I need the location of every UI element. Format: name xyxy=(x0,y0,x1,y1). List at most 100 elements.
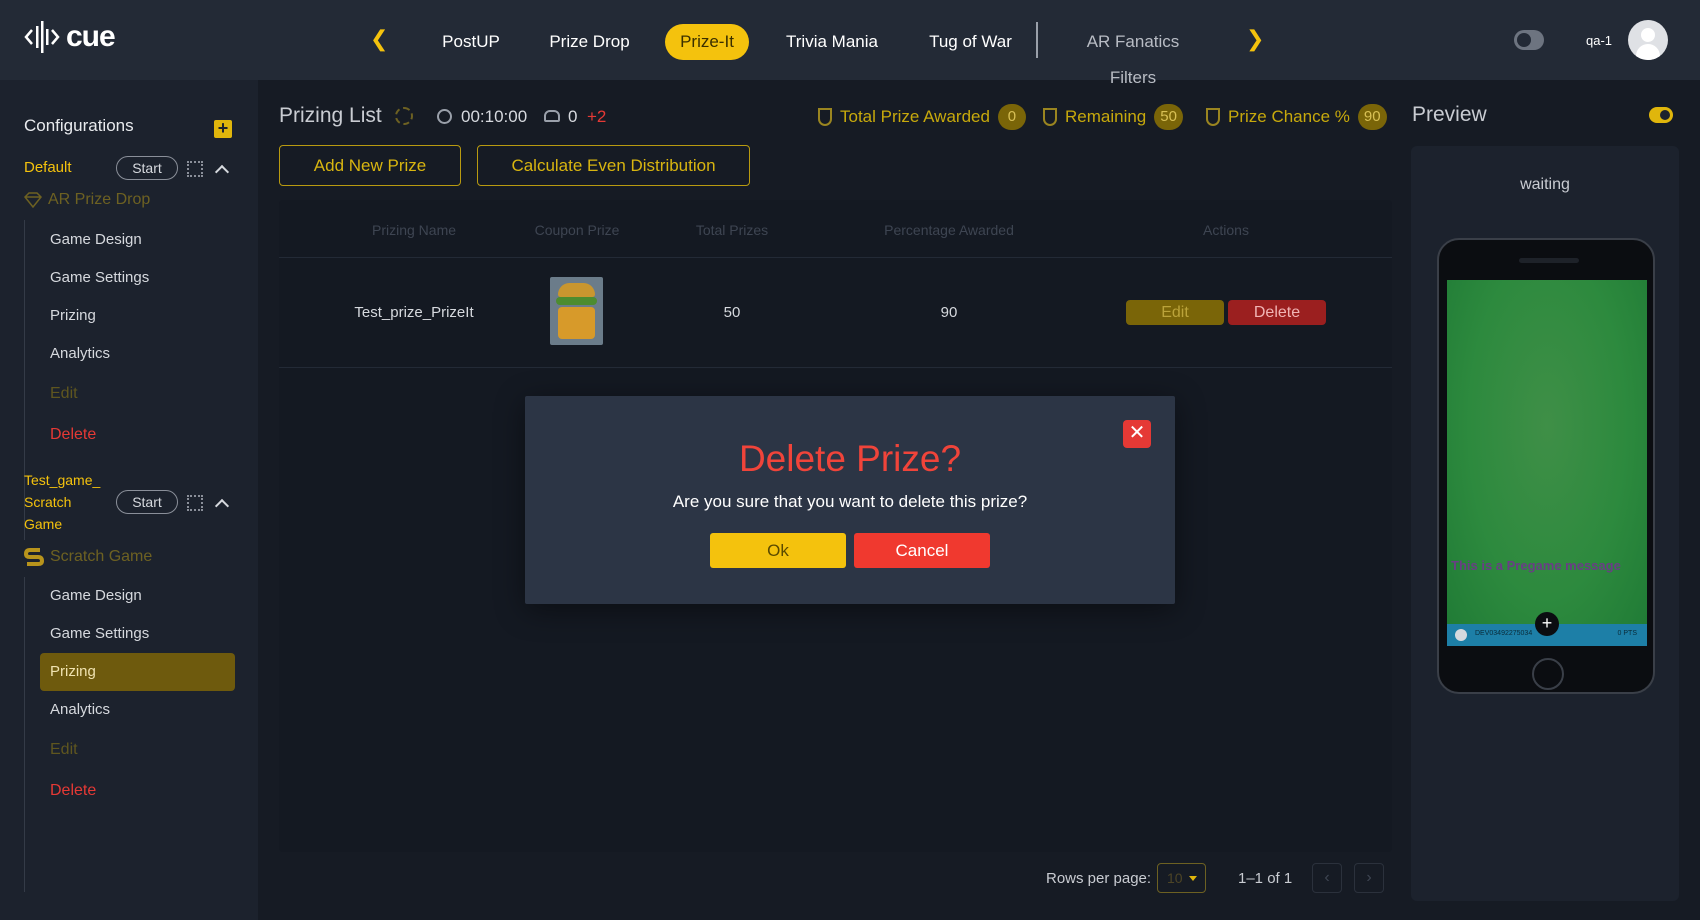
clock-icon xyxy=(437,109,452,124)
sidebar-item-edit[interactable]: Edit xyxy=(40,731,235,769)
nav-prev-arrow-icon[interactable]: ❮ xyxy=(370,26,388,52)
sidebar-item-game-settings[interactable]: Game Settings xyxy=(40,259,235,297)
delete-prize-dialog: ✕ Delete Prize? Are you sure that you wa… xyxy=(525,396,1175,604)
stat-badge: 0 xyxy=(997,104,1026,130)
start-button-scratch[interactable]: Start xyxy=(116,490,178,514)
rows-per-page-select[interactable]: 10 xyxy=(1157,863,1206,893)
tree-line xyxy=(24,577,25,892)
cancel-button[interactable]: Cancel xyxy=(854,533,990,568)
edit-prize-button[interactable]: Edit xyxy=(1126,300,1224,325)
players-icon xyxy=(544,110,560,122)
chevron-up-icon[interactable] xyxy=(214,164,230,180)
profile-dot-icon xyxy=(1455,629,1467,641)
row-divider xyxy=(279,257,1392,258)
burger-bun-shape xyxy=(558,283,595,297)
config-name-default[interactable]: Default xyxy=(24,157,72,179)
pregame-message: This is a Pregame message xyxy=(1451,558,1621,573)
burger-lettuce-shape xyxy=(556,297,597,305)
phone-screen: This is a Pregame message DEV03492275034… xyxy=(1447,280,1647,646)
tab-tug-of-war[interactable]: Tug of War xyxy=(929,24,1012,60)
top-navigation-bar: cue ❮ PostUP Prize Drop Prize-It Trivia … xyxy=(0,0,1700,87)
soundwave-logo-icon xyxy=(24,21,60,53)
pagination-range: 1–1 of 1 xyxy=(1238,870,1293,887)
header-percentage-awarded[interactable]: Percentage Awarded xyxy=(839,222,1059,238)
phone-home-button xyxy=(1532,658,1564,690)
sidebar: Configurations + Default Start AR Prize … xyxy=(0,80,258,920)
sidebar-item-game-design[interactable]: Game Design xyxy=(40,221,235,259)
add-configuration-button[interactable]: + xyxy=(214,119,232,138)
avatar-body xyxy=(1636,44,1660,60)
tab-prize-it[interactable]: Prize-It xyxy=(665,24,749,60)
header-coupon-prize[interactable]: Coupon Prize xyxy=(497,222,657,238)
cell-percentage-awarded: 90 xyxy=(940,304,958,321)
theme-toggle-icon[interactable] xyxy=(1514,30,1544,50)
tab-prize-drop[interactable]: Prize Drop xyxy=(549,24,630,60)
trophy-icon xyxy=(1206,108,1220,126)
sidebar-item-analytics[interactable]: Analytics xyxy=(40,335,235,373)
sidebar-item-edit[interactable]: Edit xyxy=(40,375,235,413)
configurations-title: Configurations xyxy=(24,116,134,135)
calculate-even-distribution-button[interactable]: Calculate Even Distribution xyxy=(477,145,750,186)
game-type-label: AR Prize Drop xyxy=(48,191,151,208)
nav-divider xyxy=(1036,22,1038,58)
header-prizing-name[interactable]: Prizing Name xyxy=(319,222,509,238)
rows-per-page-label: Rows per page: xyxy=(1046,870,1152,887)
preview-panel: waiting This is a Pregame message DEV034… xyxy=(1411,146,1679,901)
preview-toggle[interactable] xyxy=(1649,107,1673,123)
row-divider xyxy=(279,367,1392,368)
players-count: 0 xyxy=(568,107,578,126)
players-delta: +2 xyxy=(587,107,607,126)
gear-icon[interactable] xyxy=(395,107,413,125)
chevron-up-icon[interactable] xyxy=(214,498,230,514)
phone-mockup: This is a Pregame message DEV03492275034… xyxy=(1437,238,1655,694)
qr-code-icon[interactable] xyxy=(187,495,203,511)
page-title: Prizing List xyxy=(279,104,382,127)
fries-shape xyxy=(558,307,595,339)
user-name: qa-1 xyxy=(1586,33,1613,48)
stat-badge: 90 xyxy=(1357,104,1387,130)
config-name-test-game-scratch[interactable]: Test_game_ Scratch Game xyxy=(24,469,100,535)
delete-prize-button[interactable]: Delete xyxy=(1228,300,1326,325)
add-new-prize-button[interactable]: Add New Prize xyxy=(279,145,461,186)
nav-next-arrow-icon[interactable]: ❯ xyxy=(1246,26,1264,52)
game-type-scratch-game: Scratch Game xyxy=(24,547,152,567)
sidebar-item-game-settings[interactable]: Game Settings xyxy=(40,615,235,653)
cue-logo[interactable]: cue xyxy=(24,20,116,54)
dialog-title: Delete Prize? xyxy=(738,438,962,479)
ok-button[interactable]: Ok xyxy=(710,533,846,568)
trophy-icon xyxy=(1043,108,1057,126)
stat-prize-chance: Prize Chance % 90 xyxy=(1206,104,1387,130)
brand-name: cue xyxy=(66,20,116,53)
avatar-head xyxy=(1641,28,1655,42)
avatar[interactable] xyxy=(1628,20,1668,60)
cell-total-prizes: 50 xyxy=(723,304,741,321)
qr-code-icon[interactable] xyxy=(187,161,203,177)
stat-badge: 50 xyxy=(1154,104,1183,130)
stat-label: Total Prize Awarded xyxy=(840,107,990,126)
sidebar-item-prizing[interactable]: Prizing xyxy=(40,297,235,335)
next-page-button[interactable]: › xyxy=(1354,863,1384,893)
stat-label: Remaining xyxy=(1065,107,1147,126)
sidebar-item-delete[interactable]: Delete xyxy=(40,772,235,810)
tab-ar-fanatics-filters[interactable]: AR Fanatics Filters xyxy=(1062,24,1204,87)
prev-page-button[interactable]: ‹ xyxy=(1312,863,1342,893)
stat-remaining: Remaining 50 xyxy=(1043,104,1183,130)
game-type-ar-prize-drop: AR Prize Drop xyxy=(24,191,150,209)
sidebar-item-prizing[interactable]: Prizing xyxy=(40,653,235,691)
coupon-image xyxy=(550,277,603,345)
tab-trivia-mania[interactable]: Trivia Mania xyxy=(786,24,878,60)
sidebar-item-game-design[interactable]: Game Design xyxy=(40,577,235,615)
sidebar-item-analytics[interactable]: Analytics xyxy=(40,691,235,729)
plus-icon: + xyxy=(1535,612,1559,636)
game-type-label: Scratch Game xyxy=(50,548,153,565)
preview-status: waiting xyxy=(1520,176,1570,193)
diamond-icon xyxy=(24,192,42,208)
config-name-line: Test_game_ xyxy=(24,472,101,488)
config-name-line: Game xyxy=(24,516,63,532)
header-total-prizes[interactable]: Total Prizes xyxy=(662,222,802,238)
start-button-default[interactable]: Start xyxy=(116,156,178,180)
tab-postup[interactable]: PostUP xyxy=(441,24,501,60)
preview-title: Preview xyxy=(1412,103,1487,126)
sidebar-item-delete[interactable]: Delete xyxy=(40,416,235,454)
trophy-icon xyxy=(818,108,832,126)
